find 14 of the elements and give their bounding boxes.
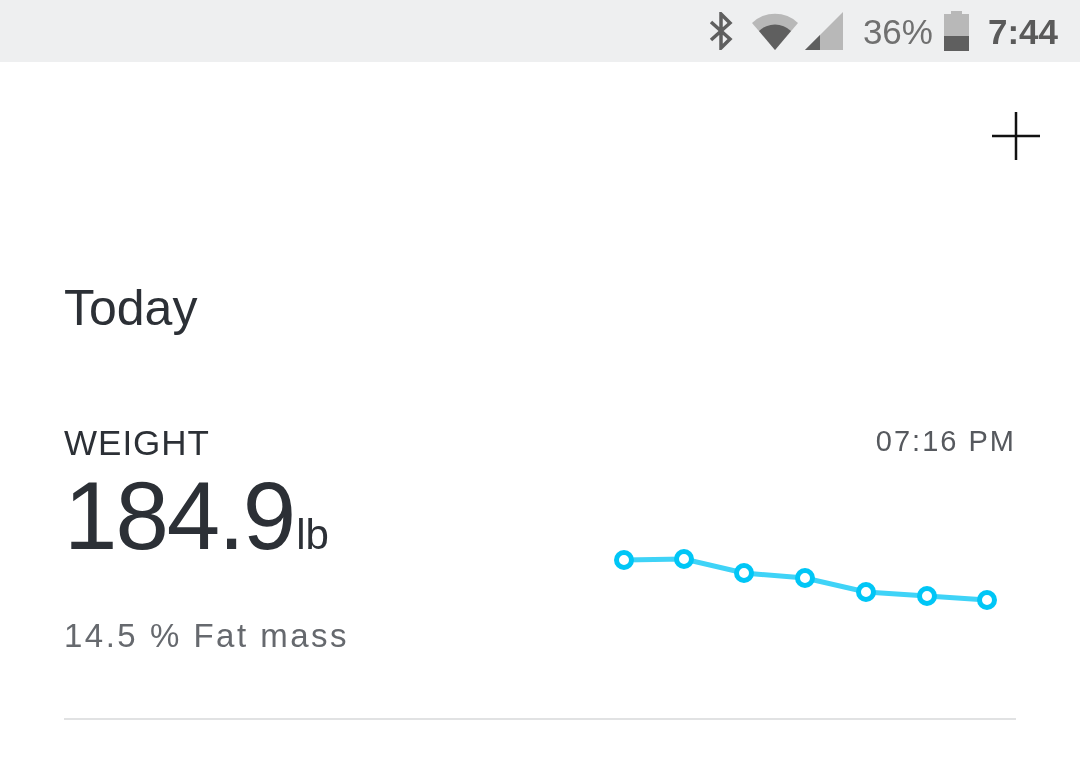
clock-time: 7:44 (987, 13, 1058, 49)
battery-icon (943, 11, 969, 51)
day-title: Today (64, 279, 199, 338)
measurement-time: 07:16 PM (875, 424, 1016, 459)
weight-unit: lb (296, 514, 329, 556)
weight-value: 184.9 (64, 468, 295, 564)
add-button[interactable] (992, 112, 1040, 160)
plus-icon (992, 112, 1040, 160)
fat-mass-text: 14.5 % Fat mass (64, 616, 350, 656)
bluetooth-icon (707, 12, 734, 50)
weight-label: WEIGHT (64, 422, 211, 464)
wifi-icon (751, 12, 798, 50)
battery-percentage: 36% (862, 13, 933, 49)
cell-signal-icon (804, 12, 843, 50)
